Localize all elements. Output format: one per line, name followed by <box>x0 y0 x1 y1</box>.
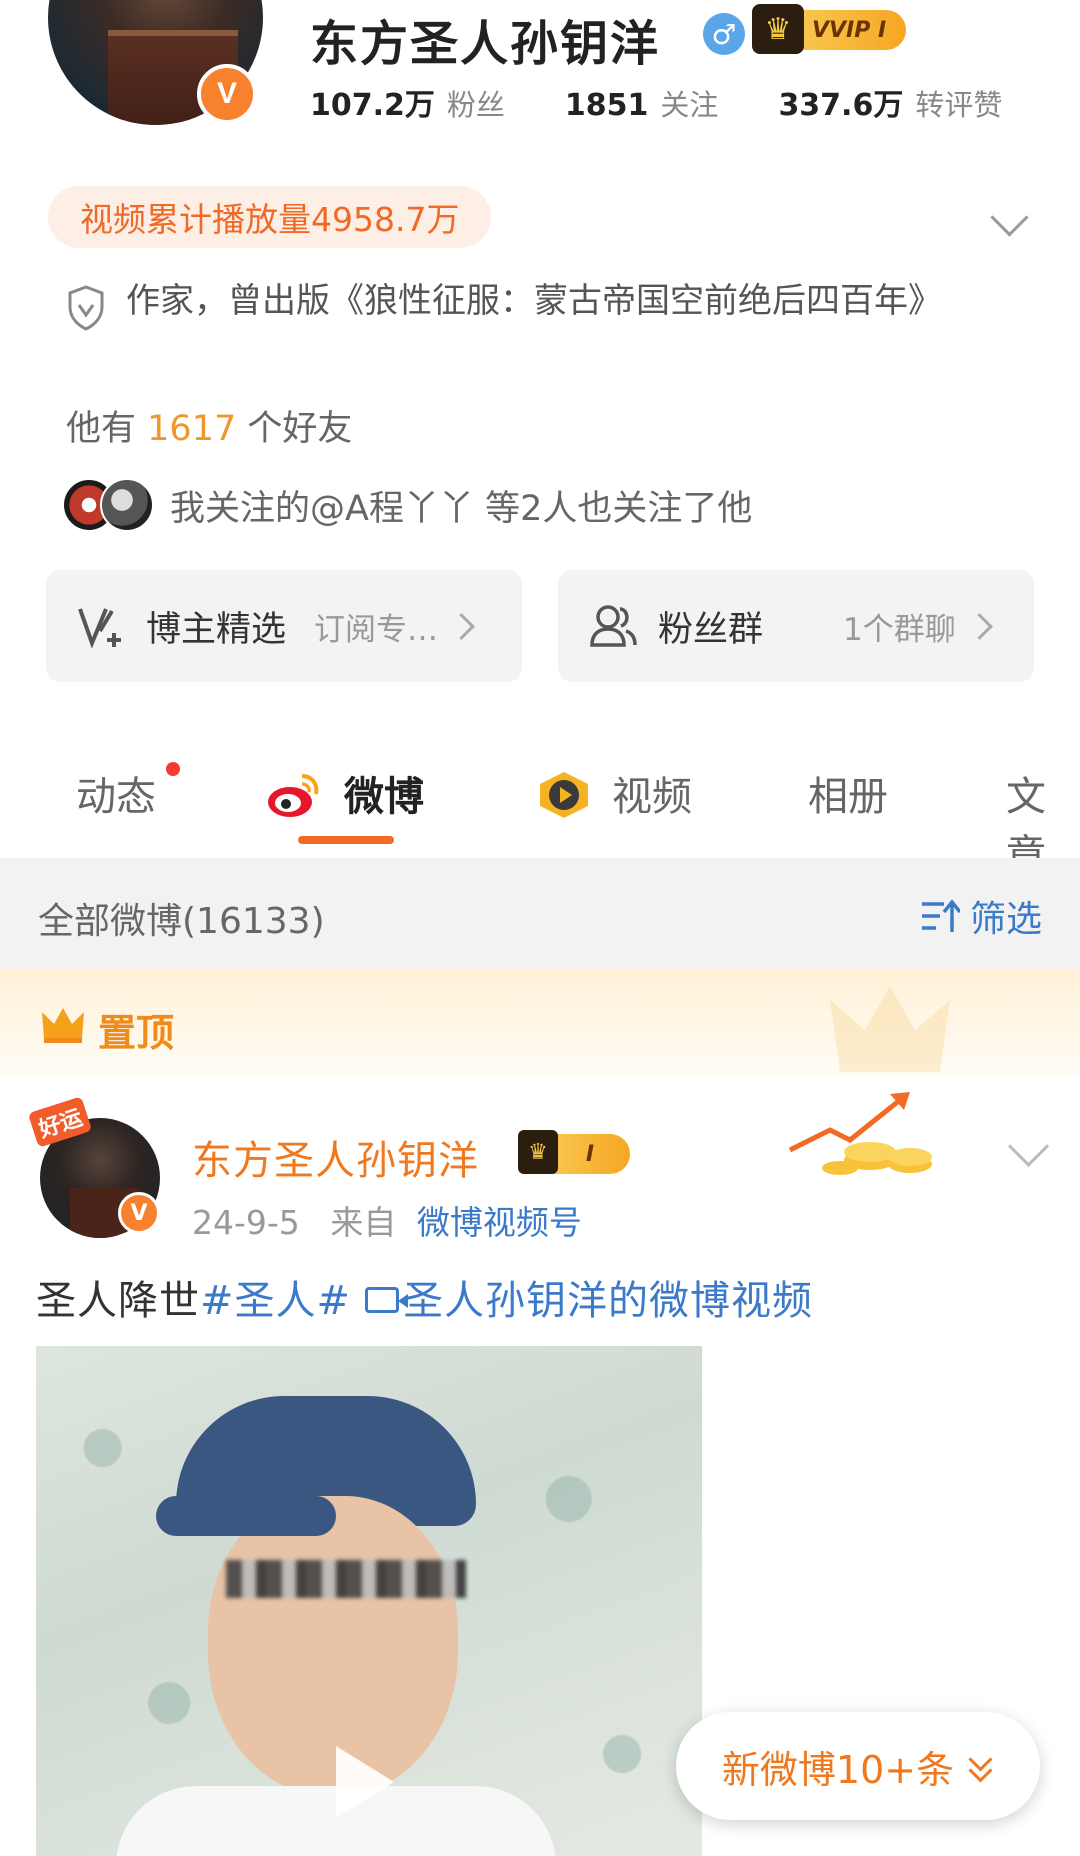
video-link-icon <box>365 1287 409 1313</box>
tab-label: 相册 <box>808 774 888 820</box>
crown-icon <box>42 1008 84 1043</box>
shield-icon <box>68 285 104 331</box>
profile-avatar[interactable]: V <box>48 0 263 140</box>
post-vip-badge[interactable]: ♛ I <box>518 1130 630 1174</box>
post-vip-label: I <box>585 1141 595 1167</box>
fan-group-card[interactable]: 粉丝群 1个群聊 <box>558 570 1034 682</box>
group-icon <box>590 605 637 647</box>
verified-badge-icon: V <box>197 64 257 124</box>
chevron-right-icon <box>965 612 993 640</box>
stat-label: 关注 <box>660 88 719 122</box>
male-icon: ♂ <box>703 13 745 55</box>
tab-video[interactable]: 视频 <box>612 764 692 822</box>
stat-number: 1851 <box>564 88 649 123</box>
new-posts-button[interactable]: 新微博10+条 <box>676 1712 1040 1820</box>
post-date: 24-9-5 <box>192 1203 300 1242</box>
card-title: 博主精选 <box>146 609 287 650</box>
active-tab-indicator <box>298 836 394 844</box>
filter-label: 筛选 <box>969 899 1042 940</box>
tab-weibo[interactable]: 微博 <box>344 764 424 822</box>
stat-number: 107.2万 <box>310 88 435 123</box>
post-author-name[interactable]: 东方圣人孙钥洋 <box>192 1128 479 1186</box>
stat-following[interactable]: 1851 关注 <box>565 82 719 124</box>
play-icon[interactable] <box>336 1746 394 1818</box>
card-subtitle: 1个群聊 <box>843 611 956 648</box>
post-meta: 24-9-5 来自 微博视频号 <box>192 1196 582 1244</box>
crown-icon: ♛ <box>518 1130 558 1174</box>
tab-label: 动态 <box>76 774 156 820</box>
pinned-banner: 置顶 <box>0 970 1080 1078</box>
crown-watermark-icon <box>830 986 950 1072</box>
double-chevron-down-icon <box>968 1747 994 1783</box>
post-text-plain: 圣人降世 <box>36 1278 200 1324</box>
post-author-avatar[interactable]: 好运 V <box>27 1096 166 1238</box>
stat-fans[interactable]: 107.2万 粉丝 <box>310 80 505 124</box>
all-posts-count: 全部微博(16133) <box>38 901 325 942</box>
post-topic-link[interactable]: #圣人# <box>200 1278 351 1324</box>
stat-label: 转评赞 <box>915 88 1003 122</box>
weibo-logo-icon <box>268 774 319 817</box>
video-channel-icon <box>540 772 588 818</box>
notification-dot <box>166 762 180 776</box>
profile-username: 东方圣人孙钥洋 <box>310 16 661 72</box>
mutual-followers-text[interactable]: 我关注的@A程丫丫 等2人也关注了他 <box>170 480 752 531</box>
tab-label: 微博 <box>344 774 424 820</box>
crown-icon: ♛ <box>752 4 804 54</box>
filter-icon <box>921 899 960 932</box>
friends-count-line[interactable]: 他有 1617 个好友 <box>66 400 352 451</box>
stat-interactions[interactable]: 337.6万 转评赞 <box>778 80 1002 124</box>
vvip-label: VVIP I <box>812 17 887 43</box>
coins-trend-decoration-icon <box>788 1092 932 1175</box>
filter-bar: 全部微博(16133) 筛选 <box>0 858 1080 970</box>
stat-label: 粉丝 <box>446 88 505 122</box>
blogger-picks-card[interactable]: 博主精选 订阅专… <box>46 570 522 682</box>
friends-count: 1617 <box>147 409 237 449</box>
stat-number: 337.6万 <box>778 88 904 123</box>
vvip-badge[interactable]: ♛ VVIP I <box>752 4 907 54</box>
filter-button[interactable]: 筛选 <box>920 890 1042 942</box>
chevron-down-icon[interactable] <box>990 198 1029 237</box>
post-text: 圣人降世#圣人# 圣人孙钥洋的微博视频 <box>36 1268 813 1326</box>
mutual-followers-avatars[interactable] <box>62 478 154 532</box>
tab-label: 视频 <box>612 774 692 820</box>
pinned-label: 置顶 <box>98 1011 175 1055</box>
friends-prefix: 他有 <box>66 409 137 449</box>
tab-feed[interactable]: 动态 <box>76 764 156 822</box>
post-source-link[interactable]: 微博视频号 <box>417 1203 582 1242</box>
card-subtitle: 订阅专… <box>314 611 439 648</box>
friends-suffix: 个好友 <box>247 409 353 449</box>
post-options-chevron-icon[interactable] <box>1007 1125 1050 1168</box>
new-posts-label: 新微博10+条 <box>721 1747 955 1792</box>
verified-badge-icon: V <box>118 1192 160 1234</box>
tab-album[interactable]: 相册 <box>808 764 888 822</box>
profile-stats: 107.2万 粉丝 1851 关注 337.6万 转评赞 <box>310 80 1002 124</box>
card-title: 粉丝群 <box>658 609 764 650</box>
profile-tabs: 动态 微博 视频 相册 文章 <box>0 740 1080 878</box>
avatar <box>100 478 154 532</box>
profile-bio: 作家，曾出版《狼性征服：蒙古帝国空前绝后四百年》 <box>126 281 942 321</box>
v-plus-icon <box>78 608 121 649</box>
post-video-link[interactable]: 圣人孙钥洋的微博视频 <box>403 1278 813 1324</box>
video-play-count-chip[interactable]: 视频累计播放量4958.7万 <box>48 186 492 248</box>
video-thumbnail[interactable] <box>36 1346 702 1856</box>
chevron-right-icon <box>448 612 475 640</box>
post-from-label: 来自 <box>330 1203 397 1242</box>
